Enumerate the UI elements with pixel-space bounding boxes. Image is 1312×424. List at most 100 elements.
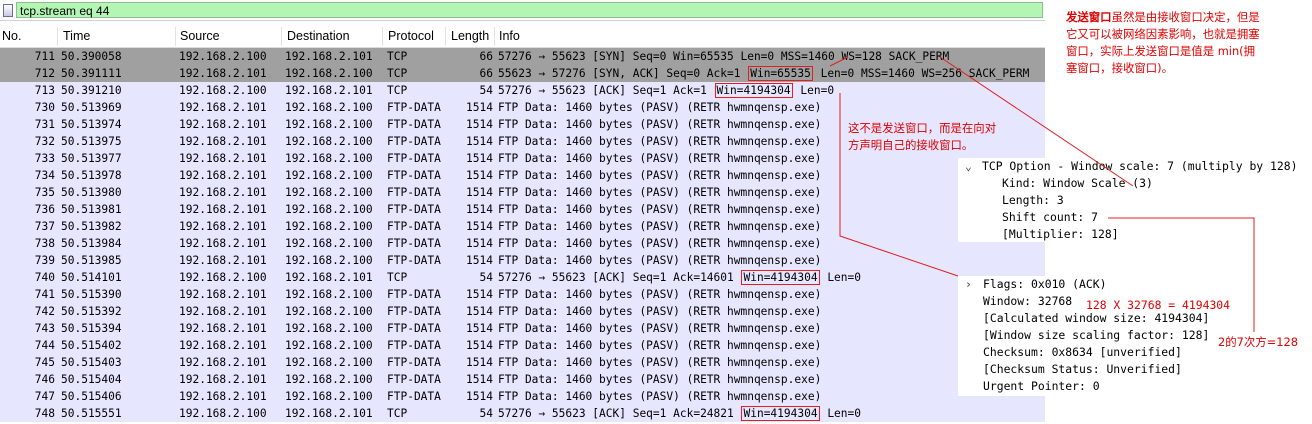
packet-info-text: FTP Data: 1460 bytes (PASV) (RETR hwmnqe… — [498, 118, 822, 131]
annotation-bold-term: 发送窗口 — [1066, 10, 1112, 24]
packet-info-text: FTP Data: 1460 bytes (PASV) (RETR hwmnqe… — [498, 237, 822, 250]
packet-no: 748 — [34, 407, 55, 420]
packet-destination: 192.168.2.100 — [285, 254, 373, 267]
detail-line[interactable]: Urgent Pointer: 0 — [983, 378, 1100, 395]
packet-protocol: TCP — [387, 50, 408, 63]
packet-row[interactable]: 743 50.515394 192.168.2.101 192.168.2.100 FT… — [0, 320, 1045, 337]
chevron-down-icon[interactable]: ⌄ — [965, 158, 977, 175]
packet-source: 192.168.2.101 — [179, 118, 267, 131]
packet-info: FTP Data: 1460 bytes (PASV) (RETR hwmnqe… — [498, 184, 821, 201]
packet-protocol: FTP-DATA — [387, 135, 441, 148]
packet-length: 1514 — [466, 186, 493, 199]
display-filter-input[interactable]: tcp.stream eq 44 — [16, 2, 1043, 18]
packet-info-text: FTP Data: 1460 bytes (PASV) (RETR hwmnqe… — [498, 254, 822, 267]
packet-source: 192.168.2.101 — [179, 339, 267, 352]
column-header-destination[interactable]: Destination — [287, 29, 350, 43]
column-header-info[interactable]: Info — [499, 29, 520, 43]
packet-info: FTP Data: 1460 bytes (PASV) (RETR hwmnqe… — [498, 99, 821, 116]
bookmark-icon[interactable] — [3, 3, 13, 17]
packet-source: 192.168.2.101 — [179, 305, 267, 318]
packet-source: 192.168.2.101 — [179, 322, 267, 335]
packet-protocol: TCP — [387, 67, 408, 80]
packet-destination: 192.168.2.100 — [285, 169, 373, 182]
packet-protocol: FTP-DATA — [387, 373, 441, 386]
detail-line[interactable]: [Calculated window size: 4194304] — [983, 310, 1209, 327]
packet-row[interactable]: 740 50.514101 192.168.2.100 192.168.2.101 TC… — [0, 269, 1045, 286]
packet-no: 745 — [34, 356, 55, 369]
detail-line[interactable]: [Checksum Status: Unverified] — [983, 361, 1182, 378]
packet-time: 50.515551 — [61, 407, 122, 420]
packet-source: 192.168.2.101 — [179, 67, 267, 80]
packet-source: 192.168.2.101 — [179, 135, 267, 148]
annotation-text: 窗口，实际上发送窗口是值是 min(拥 — [1066, 44, 1256, 58]
packet-row[interactable]: 748 50.515551 192.168.2.100 192.168.2.101 TC… — [0, 405, 1045, 422]
packet-no: 741 — [34, 288, 55, 301]
packet-protocol: FTP-DATA — [387, 152, 441, 165]
detail-line[interactable]: Window: 32768 — [983, 293, 1072, 310]
packet-row[interactable]: 730 50.513969 192.168.2.101 192.168.2.100 FT… — [0, 99, 1045, 116]
packet-length: 1514 — [466, 101, 493, 114]
packet-time: 50.513980 — [61, 186, 122, 199]
packet-info-text: FTP Data: 1460 bytes (PASV) (RETR hwmnqe… — [498, 356, 822, 369]
packet-row[interactable]: 712 50.391111 192.168.2.101 192.168.2.100 TC… — [0, 65, 1045, 82]
column-header-source[interactable]: Source — [180, 29, 220, 43]
detail-line[interactable]: [Multiplier: 128] — [1002, 226, 1119, 243]
packet-row[interactable]: 742 50.515392 192.168.2.101 192.168.2.100 FT… — [0, 303, 1045, 320]
packet-source: 192.168.2.100 — [179, 50, 267, 63]
packet-row[interactable]: 737 50.513982 192.168.2.101 192.168.2.100 FT… — [0, 218, 1045, 235]
packet-time: 50.513975 — [61, 135, 122, 148]
packet-source: 192.168.2.101 — [179, 373, 267, 386]
packet-info: FTP Data: 1460 bytes (PASV) (RETR hwmnqe… — [498, 167, 821, 184]
packet-row[interactable]: 738 50.513984 192.168.2.101 192.168.2.100 FT… — [0, 235, 1045, 252]
packet-row[interactable]: 741 50.515390 192.168.2.101 192.168.2.100 FT… — [0, 286, 1045, 303]
packet-length: 54 — [479, 84, 493, 97]
packet-row[interactable]: 711 50.390058 192.168.2.100 192.168.2.101 TC… — [0, 48, 1045, 65]
packet-row[interactable]: 744 50.515402 192.168.2.101 192.168.2.100 FT… — [0, 337, 1045, 354]
packet-time: 50.515403 — [61, 356, 122, 369]
window-size-highlight: Win=4194304 — [741, 406, 820, 421]
packet-length: 54 — [479, 407, 493, 420]
packet-row[interactable]: 713 50.391210 192.168.2.100 192.168.2.101 TC… — [0, 82, 1045, 99]
tree-item-flags[interactable]: › Flags: 0x010 (ACK) — [958, 276, 1208, 293]
packet-no: 739 — [34, 254, 55, 267]
detail-line[interactable]: Checksum: 0x8634 [unverified] — [983, 344, 1182, 361]
packet-no: 734 — [34, 169, 55, 182]
detail-line[interactable]: Length: 3 — [1002, 192, 1064, 209]
packet-row[interactable]: 736 50.513981 192.168.2.101 192.168.2.100 FT… — [0, 201, 1045, 218]
packet-row[interactable]: 739 50.513985 192.168.2.101 192.168.2.100 FT… — [0, 252, 1045, 269]
packet-destination: 192.168.2.101 — [285, 271, 373, 284]
packet-row[interactable]: 745 50.515403 192.168.2.101 192.168.2.100 FT… — [0, 354, 1045, 371]
column-header-time[interactable]: Time — [63, 29, 90, 43]
packet-no: 713 — [34, 84, 55, 97]
packet-length: 54 — [479, 271, 493, 284]
tcp-option-detail-panel: ⌄ TCP Option - Window scale: 7 (multiply… — [958, 158, 1308, 242]
detail-line[interactable]: [Window size scaling factor: 128] — [983, 327, 1209, 344]
packet-info-text: 57276 → 55623 [ACK] Seq=1 Ack=14601 — [498, 271, 741, 284]
annotation-text: 方声明自己的接收窗口。 — [848, 138, 974, 152]
detail-line[interactable]: Kind: Window Scale (3) — [1002, 175, 1153, 192]
detail-line[interactable]: Shift count: 7 — [1002, 209, 1098, 226]
chevron-right-icon[interactable]: › — [965, 276, 977, 293]
packet-info: FTP Data: 1460 bytes (PASV) (RETR hwmnqe… — [498, 201, 821, 218]
display-filter-bar: tcp.stream eq 44 — [0, 0, 1045, 21]
packet-source: 192.168.2.101 — [179, 220, 267, 233]
packet-info: FTP Data: 1460 bytes (PASV) (RETR hwmnqe… — [498, 337, 821, 354]
annotation-text: 这不是发送窗口，而是在向对 — [848, 121, 997, 135]
packet-row[interactable]: 734 50.513978 192.168.2.101 192.168.2.100 FT… — [0, 167, 1045, 184]
packet-protocol: FTP-DATA — [387, 322, 441, 335]
packet-destination: 192.168.2.100 — [285, 135, 373, 148]
packet-info-text: FTP Data: 1460 bytes (PASV) (RETR hwmnqe… — [498, 390, 822, 403]
packet-row[interactable]: 747 50.515406 192.168.2.101 192.168.2.100 FT… — [0, 388, 1045, 405]
column-header-no[interactable]: No. — [2, 29, 21, 43]
packet-info: FTP Data: 1460 bytes (PASV) (RETR hwmnqe… — [498, 150, 821, 167]
tree-item-window-scale[interactable]: ⌄ TCP Option - Window scale: 7 (multiply… — [958, 158, 1308, 175]
packet-no: 737 — [34, 220, 55, 233]
packet-row[interactable]: 735 50.513980 192.168.2.101 192.168.2.100 FT… — [0, 184, 1045, 201]
packet-destination: 192.168.2.100 — [285, 356, 373, 369]
column-header-length[interactable]: Length — [451, 29, 489, 43]
column-header-protocol[interactable]: Protocol — [388, 29, 434, 43]
packet-time: 50.513974 — [61, 118, 122, 131]
packet-protocol: FTP-DATA — [387, 339, 441, 352]
packet-row[interactable]: 746 50.515404 192.168.2.101 192.168.2.100 FT… — [0, 371, 1045, 388]
packet-no: 712 — [34, 67, 55, 80]
